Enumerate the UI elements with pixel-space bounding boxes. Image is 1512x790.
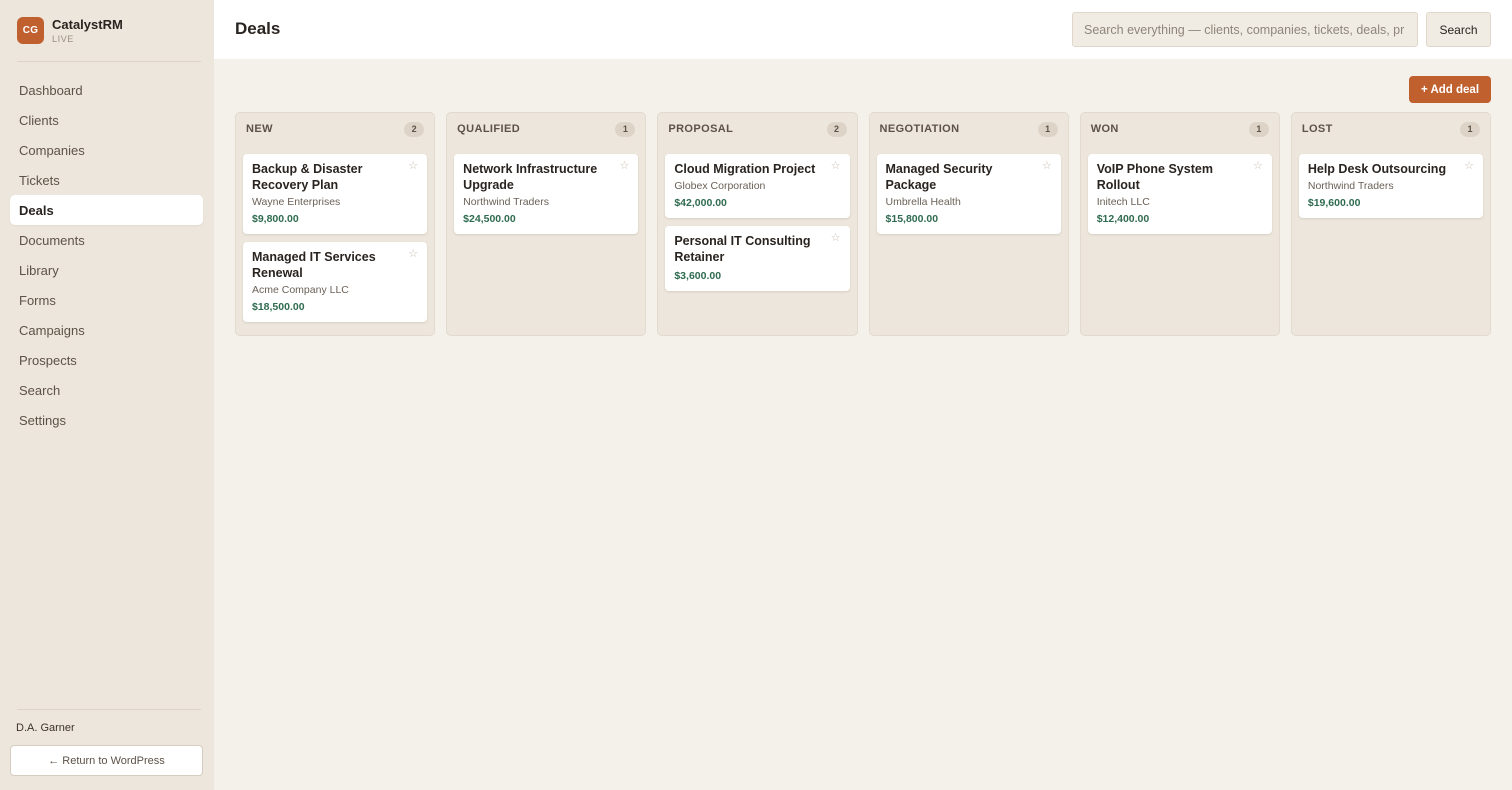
deal-company: Umbrella Health bbox=[885, 196, 961, 208]
star-icon[interactable]: ☆ bbox=[408, 159, 418, 172]
environment-badge: LIVE bbox=[52, 34, 74, 44]
app-logo: CG bbox=[17, 17, 44, 44]
star-icon[interactable]: ☆ bbox=[619, 159, 629, 172]
deal-title: Cloud Migration Project bbox=[674, 162, 816, 176]
sidebar-item-forms[interactable]: Forms bbox=[10, 285, 203, 315]
deal-company: Acme Company LLC bbox=[252, 284, 349, 296]
deal-value: $9,800.00 bbox=[252, 213, 299, 225]
sidebar-divider-bottom bbox=[17, 709, 201, 710]
deal-value: $19,600.00 bbox=[1307, 197, 1361, 209]
column-count-badge: 2 bbox=[826, 121, 847, 137]
deal-title: Personal IT Consulting Retainer bbox=[674, 234, 811, 264]
sidebar-item-tickets[interactable]: Tickets bbox=[10, 165, 203, 195]
column-title: NEGOTIATION bbox=[879, 123, 960, 135]
column-count-badge: 2 bbox=[404, 121, 425, 137]
column-count-badge: 1 bbox=[1248, 121, 1269, 137]
column-title: PROPOSAL bbox=[668, 123, 734, 135]
return-to-wordpress-button[interactable]: ← Return to WordPress bbox=[10, 745, 203, 776]
star-icon[interactable]: ☆ bbox=[831, 231, 841, 244]
deal-company: Northwind Traders bbox=[463, 196, 549, 208]
star-icon[interactable]: ☆ bbox=[408, 247, 418, 260]
deal-card[interactable]: ☆ Cloud Migration Project Globex Corpora… bbox=[665, 154, 850, 218]
sidebar-item-deals[interactable]: Deals bbox=[10, 195, 203, 225]
global-search-input[interactable] bbox=[1072, 12, 1418, 47]
sidebar-item-settings[interactable]: Settings bbox=[10, 405, 203, 435]
sidebar-item-campaigns[interactable]: Campaigns bbox=[10, 315, 203, 345]
column-title: NEW bbox=[246, 123, 273, 135]
sidebar-item-clients[interactable]: Clients bbox=[10, 105, 203, 135]
sidebar-item-prospects[interactable]: Prospects bbox=[10, 345, 203, 375]
star-icon[interactable]: ☆ bbox=[1253, 159, 1263, 172]
deal-card[interactable]: ☆ Managed IT Services Renewal Acme Compa… bbox=[243, 242, 428, 322]
deal-card[interactable]: ☆ Network Infrastructure Upgrade Northwi… bbox=[454, 154, 639, 234]
sidebar-divider-top bbox=[17, 61, 201, 62]
column-count-badge: 1 bbox=[1037, 121, 1058, 137]
search-button[interactable]: Search bbox=[1426, 12, 1491, 47]
deal-title: Help Desk Outsourcing bbox=[1307, 162, 1447, 176]
sidebar-item-dashboard[interactable]: Dashboard bbox=[10, 75, 203, 105]
sidebar-nav: Dashboard Clients Companies Tickets Deal… bbox=[10, 75, 203, 435]
column-new: NEW 2 ☆ Backup & Disaster Recovery Plan … bbox=[235, 112, 436, 336]
deal-company: Initech LLC bbox=[1096, 196, 1150, 208]
page-title: Deals bbox=[235, 19, 281, 38]
column-title: QUALIFIED bbox=[457, 123, 521, 135]
deals-board: NEW 2 ☆ Backup & Disaster Recovery Plan … bbox=[235, 112, 1492, 336]
deal-company: Globex Corporation bbox=[674, 180, 766, 192]
deal-card[interactable]: ☆ Managed Security Package Umbrella Heal… bbox=[876, 154, 1061, 234]
deal-value: $18,500.00 bbox=[252, 301, 305, 313]
deal-card[interactable]: ☆ Personal IT Consulting Retainer $3,600… bbox=[665, 226, 850, 291]
deal-company: Northwind Traders bbox=[1307, 180, 1394, 192]
column-title: WON bbox=[1090, 123, 1119, 135]
star-icon[interactable]: ☆ bbox=[1464, 159, 1474, 172]
deal-card[interactable]: ☆ Backup & Disaster Recovery Plan Wayne … bbox=[243, 154, 428, 234]
star-icon[interactable]: ☆ bbox=[831, 159, 841, 172]
deal-value: $15,800.00 bbox=[885, 213, 939, 225]
column-count-badge: 1 bbox=[1460, 121, 1481, 137]
deal-card[interactable]: ☆ Help Desk Outsourcing Northwind Trader… bbox=[1298, 154, 1484, 218]
sidebar-item-companies[interactable]: Companies bbox=[10, 135, 203, 165]
deal-value: $12,400.00 bbox=[1096, 213, 1150, 225]
column-negotiation: NEGOTIATION 1 ☆ Managed Security Package… bbox=[868, 112, 1069, 336]
deal-title: Managed Security Package bbox=[885, 162, 993, 192]
brand[interactable]: CG CatalystRM LIVE bbox=[17, 17, 123, 44]
column-qualified: QUALIFIED 1 ☆ Network Infrastructure Upg… bbox=[446, 112, 647, 336]
deal-value: $3,600.00 bbox=[674, 270, 722, 282]
deal-value: $24,500.00 bbox=[463, 213, 516, 225]
column-count-badge: 1 bbox=[615, 121, 636, 137]
deal-title: Managed IT Services Renewal bbox=[252, 250, 376, 280]
sidebar-item-search[interactable]: Search bbox=[10, 375, 203, 405]
deal-title: Network Infrastructure Upgrade bbox=[463, 162, 598, 192]
deal-value: $42,000.00 bbox=[674, 197, 727, 209]
sidebar-item-documents[interactable]: Documents bbox=[10, 225, 203, 255]
deal-title: Backup & Disaster Recovery Plan bbox=[252, 162, 363, 192]
star-icon[interactable]: ☆ bbox=[1042, 159, 1052, 172]
sidebar-item-library[interactable]: Library bbox=[10, 255, 203, 285]
current-user-name: D.A. Garner bbox=[16, 722, 75, 734]
column-lost: LOST 1 ☆ Help Desk Outsourcing Northwind… bbox=[1290, 112, 1492, 336]
deal-company: Wayne Enterprises bbox=[252, 196, 341, 208]
sidebar: CG CatalystRM LIVE Dashboard Clients Com… bbox=[0, 0, 214, 790]
app-name: CatalystRM bbox=[52, 17, 123, 32]
top-header: Deals Search bbox=[214, 0, 1512, 59]
deal-card[interactable]: ☆ VoIP Phone System Rollout Initech LLC … bbox=[1087, 154, 1272, 234]
deal-title: VoIP Phone System Rollout bbox=[1096, 162, 1213, 192]
add-deal-button[interactable]: + Add deal bbox=[1409, 76, 1491, 103]
column-title: LOST bbox=[1301, 123, 1333, 135]
column-won: WON 1 ☆ VoIP Phone System Rollout Initec… bbox=[1079, 112, 1280, 336]
column-proposal: PROPOSAL 2 ☆ Cloud Migration Project Glo… bbox=[657, 112, 858, 336]
